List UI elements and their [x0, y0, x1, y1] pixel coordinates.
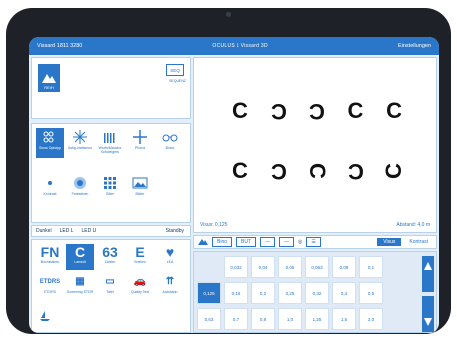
mountain-icon	[42, 74, 56, 83]
landolt-ring: C	[270, 99, 287, 124]
visus-readout: Visus: 0,125	[200, 222, 228, 228]
optotype-icon	[40, 128, 60, 146]
visus-value-cell[interactable]: 0,04	[251, 256, 275, 278]
grid-icon	[100, 174, 120, 192]
visus-value-cell[interactable]: 0,8	[251, 308, 275, 330]
category-grid: Sinus Optotyp Astig-matismus Worth/Maddo…	[31, 123, 191, 223]
visus-value-cell[interactable]: 0,4	[332, 282, 356, 304]
starburst-icon	[70, 128, 90, 146]
dot-icon	[40, 174, 60, 192]
bars-icon	[100, 128, 120, 146]
seq-button[interactable]: SEQ	[166, 64, 184, 76]
visus-value-cell[interactable]: 0,16	[224, 282, 248, 304]
landolt-ring: C	[232, 98, 248, 123]
option-lea[interactable]: ♥ LEA	[156, 244, 184, 270]
option-tafel[interactable]: ▭ Tafel	[96, 274, 124, 300]
option-autobahn[interactable]: ⇈ Autobahn	[156, 274, 184, 300]
camera-dot	[226, 12, 231, 17]
visus-value-cell[interactable]: 1,0	[278, 308, 302, 330]
optotype-options: FN Buchstaben C Landolt 63 Zahlen E Snellen …	[31, 239, 191, 333]
visus-tab[interactable]: Visus	[377, 238, 402, 246]
target-icon[interactable]: ◎	[298, 239, 302, 245]
mode-button[interactable]: REIH	[38, 64, 60, 92]
option-snellen[interactable]: E Snellen	[126, 244, 154, 270]
distance-readout: Abstand: 4,0 m	[396, 222, 430, 228]
visus-value-cell[interactable]: 0,7	[224, 308, 248, 330]
option-zahlen[interactable]: 63 Zahlen	[96, 244, 124, 270]
standby-button[interactable]: Standby	[162, 228, 190, 234]
category-gitter[interactable]: Gitter	[96, 174, 124, 204]
light-toolbar: Dunkel LED L LED U Standby	[31, 225, 191, 237]
glasses-icon	[160, 128, 180, 146]
led-l-button[interactable]: LED L	[56, 228, 78, 234]
visus-value-cell[interactable]: 0,1	[359, 256, 383, 278]
visus-value-cell[interactable]: 0,32	[305, 282, 329, 304]
optotype-display: C C C C C C C C C C Visus: 0,125 Abstand…	[193, 57, 437, 233]
right-panel: C C C C C C C C C C Visus: 0,125 Abstand…	[193, 57, 437, 333]
category-astigmatismus[interactable]: Astig-matismus	[66, 128, 94, 158]
visus-value-cell[interactable]: 0,05	[278, 256, 302, 278]
mode-box: REIH SEQ SEQUENZ	[31, 57, 191, 119]
visus-value-grid: 0,032 0,04 0,05 0,063 0,08 0,1 0,125 0,1…	[193, 251, 437, 333]
option-quality-test[interactable]: 🚗 Quality Test	[126, 274, 154, 300]
landolt-ring: C	[347, 159, 364, 184]
category-phoria[interactable]: Phoria	[126, 128, 154, 158]
tablet-frame: Vissard 1811 3280 OCULUS ⟟ Vissard 3D Ei…	[6, 8, 451, 334]
cross-icon	[130, 128, 150, 146]
category-bilder[interactable]: Bilder	[126, 174, 154, 204]
option-buchstaben[interactable]: FN Buchstaben	[36, 244, 64, 270]
dunkel-button[interactable]: Dunkel	[32, 228, 56, 234]
app-title: OCULUS ⟟ Vissard 3D	[212, 43, 268, 49]
category-worth[interactable]: Worth/Maddox Schweigers	[96, 128, 124, 158]
landolt-ring: C	[304, 163, 330, 179]
landolt-ring: C	[386, 98, 402, 123]
landolt-ring: C	[347, 98, 364, 123]
left-panel: REIH SEQ SEQUENZ Sinus Optotyp Astig-mat…	[31, 57, 191, 333]
landolt-ring: C	[309, 99, 325, 124]
optotype-row-1: C C C C C	[232, 98, 402, 124]
option-screening[interactable]: ▦ Screening ETDR	[66, 274, 94, 300]
option-etdrs[interactable]: ETDRS ETDRS	[36, 274, 64, 300]
line-button-1[interactable]: —	[260, 237, 276, 247]
seq-label: SEQUENZ	[169, 79, 186, 83]
top-bar: Vissard 1811 3280 OCULUS ⟟ Vissard 3D Ei…	[29, 37, 439, 55]
sailboat-icon[interactable]	[40, 308, 50, 326]
visus-value-cell[interactable]: 0,063	[305, 256, 329, 278]
category-sinus[interactable]: Sinus Optotyp	[36, 128, 64, 158]
visus-value-cell[interactable]: 0,25	[278, 282, 302, 304]
optotype-row-2: C C C C C	[232, 158, 406, 184]
category-kontrast[interactable]: Kontrast	[36, 174, 64, 204]
device-id: Vissard 1811 3280	[37, 43, 83, 49]
but-button[interactable]: BUT	[236, 237, 257, 247]
app-screen: Vissard 1811 3280 OCULUS ⟟ Vissard 3D Ei…	[29, 37, 439, 333]
picture-icon	[130, 174, 150, 192]
line-button-2[interactable]: —	[279, 237, 295, 247]
mode-label: REIH	[44, 85, 54, 90]
settings-link[interactable]: Einstellungen	[398, 43, 431, 49]
visus-value-cell[interactable]: 0,08	[332, 256, 356, 278]
option-landolt[interactable]: C Landolt	[66, 244, 94, 270]
landolt-ring: C	[270, 159, 287, 184]
mountain-small-icon[interactable]	[198, 237, 208, 247]
visus-value-cell[interactable]: 0,63	[197, 308, 221, 330]
category-farbsehen[interactable]: Farbsehen	[66, 174, 94, 204]
menu-icon[interactable]: ☰	[306, 237, 321, 247]
visus-value-cell[interactable]: 1,6	[332, 308, 356, 330]
landolt-ring: C	[232, 158, 248, 183]
display-toolbar: Bino BUT — — ◎ ☰ Visus Kontrast	[193, 235, 437, 249]
scroll-up-button[interactable]	[422, 256, 434, 292]
visus-value-cell[interactable]: 0,2	[251, 282, 275, 304]
category-binoc[interactable]: Binoc	[156, 128, 184, 158]
visus-value-cell-selected[interactable]: 0,125	[197, 282, 221, 304]
landolt-ring: C	[381, 163, 407, 179]
visus-value-cell[interactable]: 2,0	[359, 308, 383, 330]
bino-button[interactable]: Bino	[212, 237, 233, 247]
kontrast-tab[interactable]: Kontrast	[405, 238, 432, 246]
led-u-button[interactable]: LED U	[77, 228, 100, 234]
visus-value-cell[interactable]: 1,25	[305, 308, 329, 330]
scroll-down-button[interactable]	[422, 296, 434, 332]
visus-value-cell[interactable]: 0,032	[224, 256, 248, 278]
visus-value-cell[interactable]: 0,5	[359, 282, 383, 304]
color-plate-icon	[70, 174, 90, 192]
